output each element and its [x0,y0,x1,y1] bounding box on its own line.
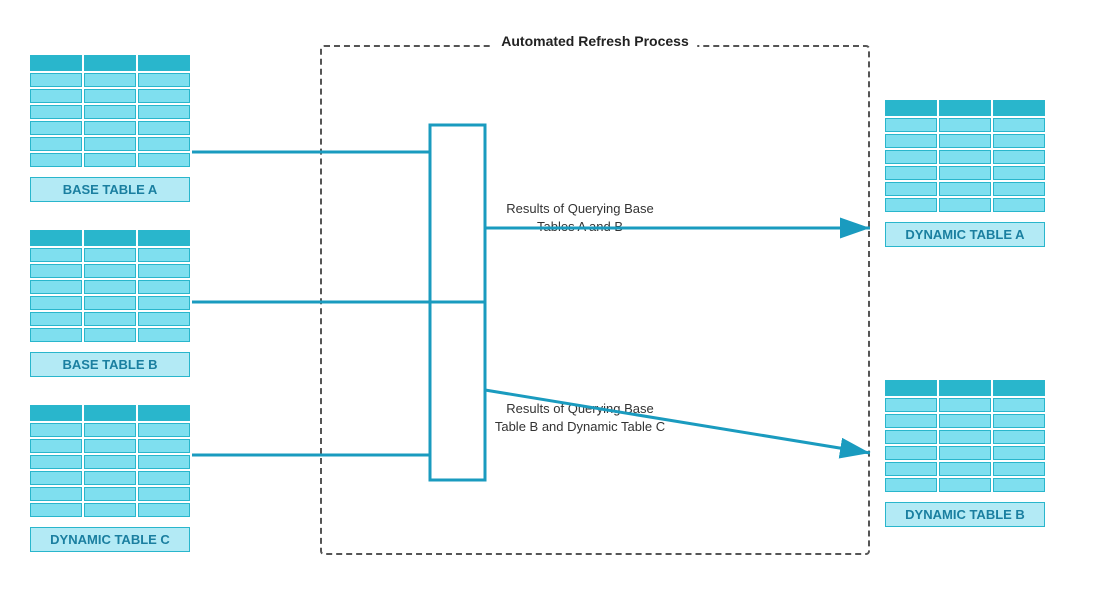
dynamic-table-b-label: DYNAMIC TABLE B [885,502,1045,527]
dynamic-table-c: DYNAMIC TABLE C [30,405,190,552]
dashed-box-title: Automated Refresh Process [493,33,697,49]
base-table-a-label: BASE TABLE A [30,177,190,202]
dynamic-table-a: DYNAMIC TABLE A [885,100,1045,247]
automated-refresh-box: Automated Refresh Process [320,45,870,555]
dynamic-table-c-label: DYNAMIC TABLE C [30,527,190,552]
base-table-b-grid [30,230,190,342]
base-table-b: BASE TABLE B [30,230,190,377]
result-label-bottom: Results of Querying Base Table B and Dyn… [490,400,670,436]
result-label-top: Results of Querying Base Tables A and B [490,200,670,236]
dynamic-table-b-grid [885,380,1045,492]
base-table-b-label: BASE TABLE B [30,352,190,377]
diagram-container: BASE TABLE A BASE TABLE B DYNAMIC TABLE … [0,0,1095,600]
dynamic-table-b: DYNAMIC TABLE B [885,380,1045,527]
base-table-a-grid [30,55,190,167]
base-table-a: BASE TABLE A [30,55,190,202]
dynamic-table-a-grid [885,100,1045,212]
dynamic-table-a-label: DYNAMIC TABLE A [885,222,1045,247]
dynamic-table-c-grid [30,405,190,517]
